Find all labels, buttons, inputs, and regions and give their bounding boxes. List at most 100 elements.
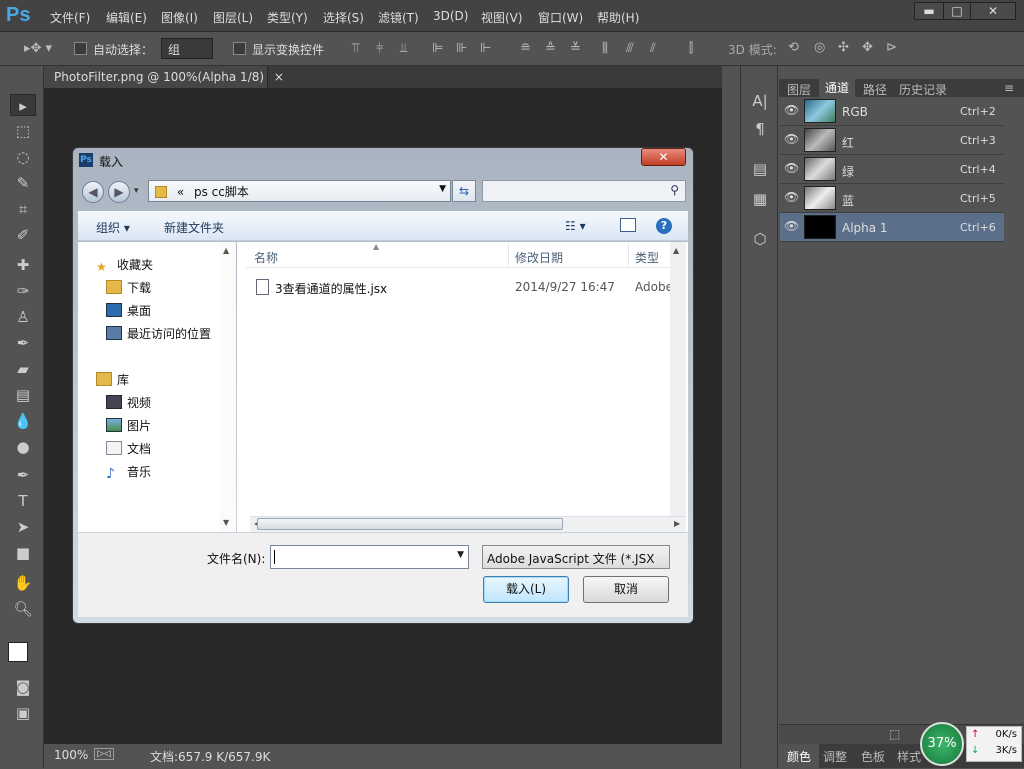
nav-favorites[interactable]: ★ 收藏夹 [96,256,153,274]
tab-color[interactable]: 颜色 [779,744,820,769]
notes-panel-icon[interactable]: ▤ [747,158,773,180]
show-transform-checkbox[interactable] [233,42,246,55]
maximize-button[interactable]: □ [943,2,971,20]
channel-row-alpha1[interactable]: 👁︎ Alpha 1 Ctrl+6 [780,213,1004,242]
type-tool-icon[interactable]: T [10,490,36,512]
filetype-select[interactable]: Adobe JavaScript 文件 (*.JSX [482,545,670,569]
nav-documents[interactable]: 文档 [106,440,151,457]
document-tab[interactable]: PhotoFilter.png @ 100%(Alpha 1/8) × [44,66,284,88]
tab-layers[interactable]: 图层 [787,81,811,98]
channel-row-blue[interactable]: 👁︎ 蓝 Ctrl+5 [780,184,1004,213]
align-top-icon[interactable]: ⫪ [352,41,359,56]
tab-swatches[interactable]: 色板 [861,748,885,765]
refresh-button[interactable]: ⇆ [452,180,476,202]
tab-adjustments[interactable]: 调整 [823,748,847,765]
scroll-up-icon[interactable]: ▲ [223,246,229,255]
menu-edit[interactable]: 编辑(E) [106,9,147,26]
auto-select-checkbox[interactable] [74,42,87,55]
load-selection-icon[interactable]: ⬚ [889,727,900,741]
3d-rotate-icon[interactable]: ⟲ [788,40,799,55]
shape-tool-icon[interactable]: ■ [10,542,36,564]
eraser-tool-icon[interactable]: ▰ [10,358,36,380]
zoom-tool-icon[interactable]: 🔍︎ [10,598,36,620]
new-folder-button[interactable]: 新建文件夹 [164,219,224,236]
column-name[interactable]: 名称 [254,249,278,266]
menu-image[interactable]: 图像(I) [161,9,198,26]
visibility-eye-icon[interactable]: 👁︎ [784,219,799,233]
distribute-top-icon[interactable]: ≘ [520,41,531,56]
distribute-bottom-icon[interactable]: ≚ [570,41,581,56]
help-icon[interactable]: ? [656,218,672,234]
lasso-tool-icon[interactable]: ◌ [10,146,36,168]
nav-pictures[interactable]: 图片 [106,417,151,434]
column-type[interactable]: 类型 [635,249,659,266]
organize-button[interactable]: 组织 ▾ [96,219,130,236]
stamp-tool-icon[interactable]: ♙ [10,306,36,328]
hand-tool-icon[interactable]: ✋ [10,572,36,594]
close-window-button[interactable]: ✕ [970,2,1016,20]
nav-scrollbar[interactable]: ▲ ▼ [220,242,236,532]
address-bar[interactable]: « ps cc脚本 ▼ [148,180,451,202]
preview-pane-icon[interactable] [620,218,636,232]
blur-tool-icon[interactable]: 💧 [10,410,36,432]
3d-scale-icon[interactable]: ⊳ [886,40,897,55]
menu-window[interactable]: 窗口(W) [538,9,583,26]
align-right-icon[interactable]: ⊩ [480,41,491,56]
search-input[interactable]: ⚲ [482,180,686,202]
tab-channels[interactable]: 通道 [819,79,856,97]
gradient-tool-icon[interactable]: ▤ [10,384,36,406]
quick-select-tool-icon[interactable]: ✎ [10,172,36,194]
status-info-icon[interactable]: ▷◁ [94,748,114,760]
3d-roll-icon[interactable]: ◎ [814,40,825,55]
filename-input[interactable]: ▼ [270,545,469,569]
auto-align-icon[interactable]: ⫿ [689,41,693,56]
nav-downloads[interactable]: 下载 [106,279,151,296]
distribute-left-icon[interactable]: ⫼ [602,41,608,56]
scroll-down-icon[interactable]: ▼ [223,518,229,527]
history-dropdown-icon[interactable]: ▾ [134,186,139,196]
auto-select-dropdown[interactable]: 组 [161,38,213,59]
channel-row-red[interactable]: 👁︎ 红 Ctrl+3 [780,126,1004,155]
nav-music[interactable]: ♪ 音乐 [106,463,151,482]
file-list-scrollbar[interactable]: ▲ [670,242,686,516]
align-bottom-icon[interactable]: ⫫ [400,41,407,56]
menu-filter[interactable]: 滤镜(T) [378,9,419,26]
visibility-eye-icon[interactable]: 👁︎ [784,161,799,175]
move-tool-icon[interactable]: ▸ [10,94,36,116]
align-hcenter-icon[interactable]: ⊪ [456,41,467,56]
back-button[interactable]: ◀ [82,181,104,203]
scroll-right-icon[interactable]: ▶ [674,519,680,528]
path-select-tool-icon[interactable]: ➤ [10,516,36,538]
pen-tool-icon[interactable]: ✒ [10,464,36,486]
character-panel-icon[interactable]: A| [747,90,773,112]
visibility-eye-icon[interactable]: 👁︎ [784,132,799,146]
align-left-icon[interactable]: ⊫ [432,41,443,56]
dialog-close-button[interactable]: ✕ [641,148,686,166]
view-options-icon[interactable]: ☷ ▾ [565,219,586,233]
align-vcenter-icon[interactable]: ⫩ [376,41,383,56]
forward-button[interactable]: ▶ [108,181,130,203]
menu-view[interactable]: 视图(V) [481,9,523,26]
horizontal-scroll-thumb[interactable] [257,518,563,530]
filename-dropdown-icon[interactable]: ▼ [457,550,464,560]
minimize-button[interactable]: ▬ [914,2,944,20]
channel-row-rgb[interactable]: 👁︎ RGB Ctrl+2 [780,97,1004,126]
distribute-vcenter-icon[interactable]: ≙ [545,41,556,56]
menu-3d[interactable]: 3D(D) [433,9,468,23]
column-modified[interactable]: 修改日期 [515,249,563,266]
distribute-hcenter-icon[interactable]: ⫻ [626,41,634,56]
healing-brush-tool-icon[interactable]: ✚ [10,254,36,276]
dodge-tool-icon[interactable]: ● [10,436,36,458]
nav-videos[interactable]: 视频 [106,394,151,411]
visibility-eye-icon[interactable]: 👁︎ [784,190,799,204]
network-speed-widget[interactable]: 37% ↑ 0K/s ↓ 3K/s [918,722,1024,768]
zoom-level[interactable]: 100% [54,748,88,762]
move-tool-icon[interactable]: ▸✥ ▾ [24,41,52,56]
actions-panel-icon[interactable]: ▦ [747,188,773,210]
document-tab-close-icon[interactable]: × [274,70,284,84]
menu-file[interactable]: 文件(F) [50,9,90,26]
address-dropdown-icon[interactable]: ▼ [439,184,446,194]
brush-tool-icon[interactable]: ✑ [10,280,36,302]
3d-slide-icon[interactable]: ✥ [862,40,873,55]
address-prefix[interactable]: « [177,185,184,199]
